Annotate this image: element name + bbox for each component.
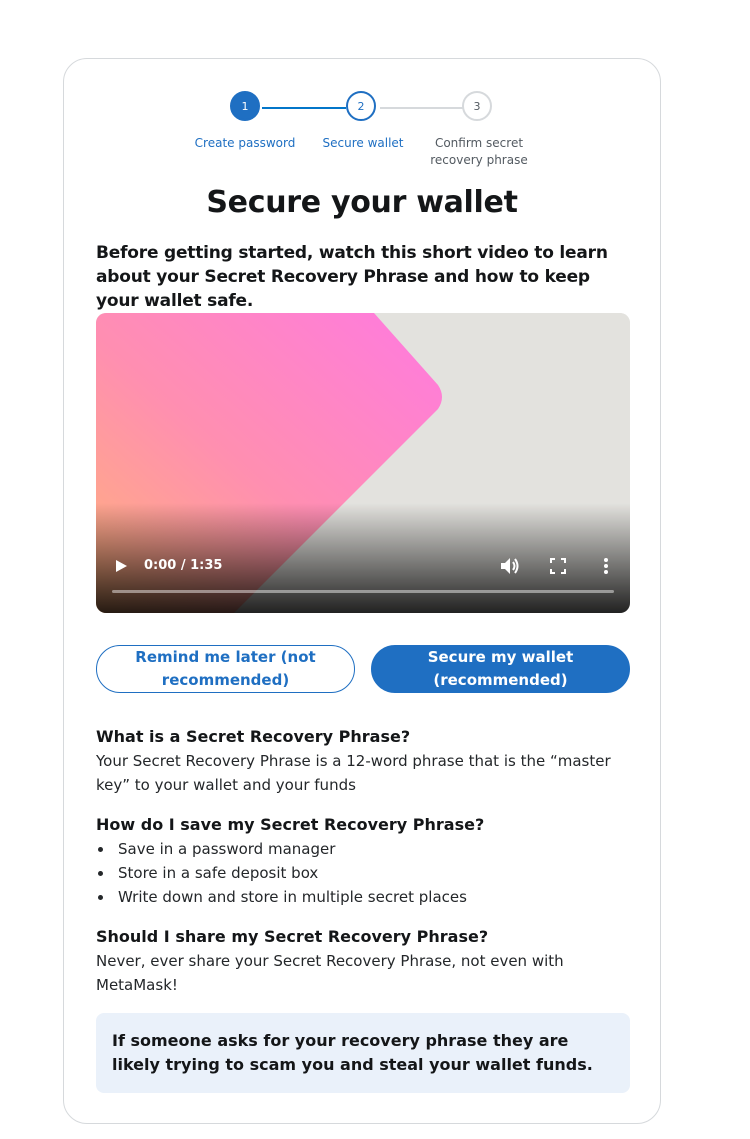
save-tips-list: Save in a password manager Store in a sa… — [96, 837, 636, 909]
step-1-circle: 1 — [230, 91, 260, 121]
list-item: Store in a safe deposit box — [96, 861, 636, 885]
faq-answer-what: Your Secret Recovery Phrase is a 12-word… — [96, 752, 611, 794]
remind-me-later-button[interactable]: Remind me later (not recommended) — [96, 645, 355, 693]
stepper-line-pending — [380, 107, 464, 109]
faq-answer-share: Never, ever share your Secret Recovery P… — [96, 952, 564, 994]
step-2-label: Secure wallet — [322, 136, 404, 150]
step-3-circle: 3 — [462, 91, 492, 121]
faq-question-share: Should I share my Secret Recovery Phrase… — [96, 927, 489, 946]
video-progress-bar[interactable] — [112, 590, 614, 593]
video-time: 0:00 / 1:35 — [144, 558, 223, 573]
faq-question-how: How do I save my Secret Recovery Phrase? — [96, 815, 485, 834]
fullscreen-icon[interactable] — [550, 558, 566, 574]
faq-question-what: What is a Secret Recovery Phrase? — [96, 727, 411, 746]
step-3-label: Confirm secret recovery phrase — [430, 136, 528, 167]
scam-warning-banner: If someone asks for your recovery phrase… — [96, 1013, 630, 1093]
step-1-number: 1 — [241, 99, 249, 113]
play-icon[interactable] — [114, 559, 128, 573]
progress-stepper: 1 2 3 Create password Secure wallet Conf… — [64, 59, 660, 179]
page-title: Secure your wallet — [206, 185, 518, 220]
more-options-icon[interactable] — [598, 557, 614, 575]
step-1-label: Create password — [194, 136, 296, 150]
list-item: Save in a password manager — [96, 837, 636, 861]
intro-text: Before getting started, watch this short… — [96, 243, 608, 311]
step-3-number: 3 — [473, 99, 481, 113]
onboarding-card: 1 2 3 Create password Secure wallet Conf… — [63, 58, 661, 1124]
step-2-number: 2 — [357, 99, 365, 113]
list-item: Write down and store in multiple secret … — [96, 885, 636, 909]
secure-my-wallet-button[interactable]: Secure my wallet (recommended) — [371, 645, 630, 693]
stepper-line-completed — [262, 107, 346, 109]
video-player[interactable]: 0:00 / 1:35 — [96, 313, 630, 613]
volume-icon[interactable] — [500, 557, 520, 575]
step-2-circle: 2 — [346, 91, 376, 121]
